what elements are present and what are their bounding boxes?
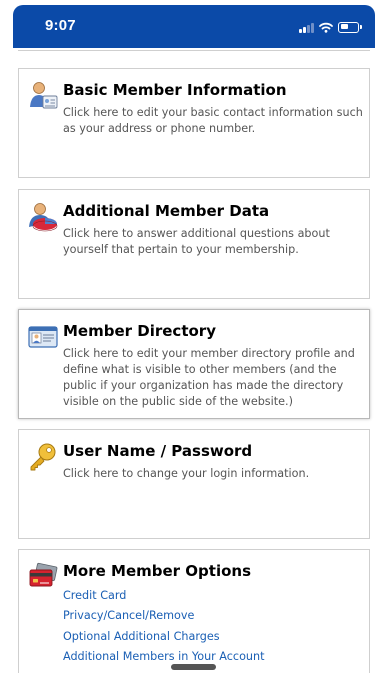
previous-card-edge: [18, 48, 370, 51]
wifi-icon: [319, 22, 333, 33]
member-options-links: Credit Card Privacy/Cancel/Remove Option…: [63, 586, 264, 667]
status-time: 9:07: [45, 17, 76, 34]
card-description: Click here to edit your basic contact in…: [63, 106, 363, 135]
credit-cards-icon: [29, 562, 58, 587]
card-title: User Name / Password: [63, 442, 253, 460]
member-directory-card[interactable]: Member Directory Click here to edit your…: [18, 309, 370, 419]
card-title: Member Directory: [63, 322, 216, 340]
status-icons: [299, 20, 362, 34]
home-indicator[interactable]: [171, 664, 216, 670]
more-member-options-card: More Member Options Credit Card Privacy/…: [18, 549, 370, 673]
card-title: Basic Member Information: [63, 81, 287, 99]
cellular-signal-icon: [299, 22, 314, 33]
status-bar: 9:07: [13, 5, 375, 48]
key-icon: [30, 443, 56, 471]
additional-members-link[interactable]: Additional Members in Your Account: [63, 647, 264, 667]
battery-icon: [338, 21, 362, 33]
card-description: Click here to edit your member directory…: [63, 347, 355, 408]
member-card-icon: [30, 82, 58, 109]
card-description: Click here to change your login informat…: [63, 467, 310, 480]
user-name-password-card[interactable]: User Name / Password Click here to chang…: [18, 429, 370, 539]
privacy-cancel-remove-link[interactable]: Privacy/Cancel/Remove: [63, 606, 264, 626]
basic-member-information-card[interactable]: Basic Member Information Click here to e…: [18, 68, 370, 178]
card-title: More Member Options: [63, 562, 251, 580]
credit-card-link[interactable]: Credit Card: [63, 586, 264, 606]
card-title: Additional Member Data: [63, 202, 270, 220]
person-pie-icon: [29, 203, 58, 232]
additional-member-data-card[interactable]: Additional Member Data Click here to ans…: [18, 189, 370, 299]
card-description: Click here to answer additional question…: [63, 227, 330, 256]
optional-additional-charges-link[interactable]: Optional Additional Charges: [63, 627, 264, 647]
directory-card-icon: [28, 326, 58, 348]
